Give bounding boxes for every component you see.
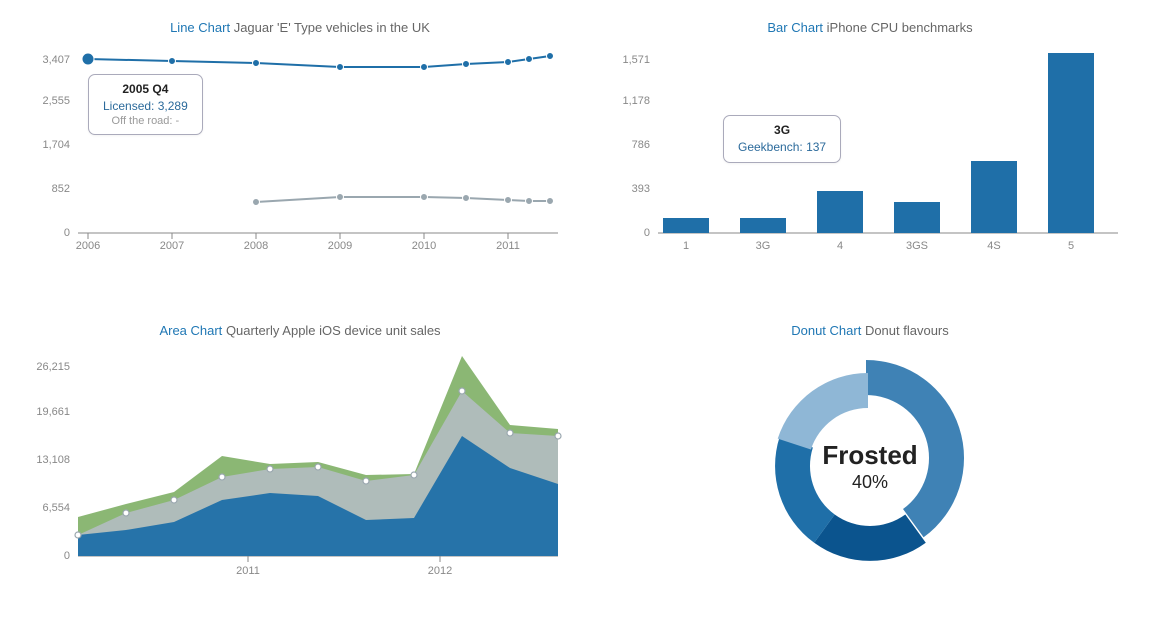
tooltip-title: 3G <box>738 123 826 137</box>
svg-text:0: 0 <box>64 550 70 562</box>
area-chart-title-text: Quarterly Apple iOS device unit sales <box>226 323 441 338</box>
donut-chart-svg[interactable]: Frosted 40% <box>610 346 1130 586</box>
svg-text:5: 5 <box>1068 240 1074 252</box>
tooltip-title: 2005 Q4 <box>103 82 188 96</box>
donut-center-label: Frosted <box>822 440 917 470</box>
svg-text:4S: 4S <box>987 240 1000 252</box>
bar-chart-tooltip: 3G Geekbench: 137 <box>723 115 841 163</box>
svg-text:3G: 3G <box>756 240 771 252</box>
svg-text:393: 393 <box>632 183 650 195</box>
line-point[interactable] <box>253 60 260 67</box>
svg-text:3,407: 3,407 <box>42 54 70 66</box>
donut-chart-title-text: Donut flavours <box>865 323 949 338</box>
svg-text:4: 4 <box>837 240 843 252</box>
bar-chart-title-text: iPhone CPU benchmarks <box>827 20 973 35</box>
line-point[interactable] <box>253 199 260 206</box>
tooltip-line: Geekbench: 137 <box>738 139 826 155</box>
donut-chart-panel: Donut Chart Donut flavours Frosted 40% <box>610 323 1130 596</box>
line-chart-title-link[interactable]: Line Chart <box>170 20 230 35</box>
svg-text:2010: 2010 <box>412 240 436 252</box>
line-point[interactable] <box>421 194 428 201</box>
bar-chart-panel: Bar Chart iPhone CPU benchmarks 0 393 78… <box>610 20 1130 273</box>
svg-text:1,178: 1,178 <box>622 95 650 107</box>
svg-text:2012: 2012 <box>428 565 452 577</box>
line-point[interactable] <box>547 198 554 205</box>
bar-chart-title: Bar Chart iPhone CPU benchmarks <box>610 20 1130 35</box>
tooltip-sub: Off the road: - <box>103 115 188 127</box>
line-point[interactable] <box>463 195 470 202</box>
bar[interactable] <box>971 161 1017 233</box>
donut-slice-2[interactable] <box>814 515 926 561</box>
line-series-licensed[interactable] <box>88 56 550 67</box>
svg-text:0: 0 <box>644 227 650 239</box>
svg-text:0: 0 <box>64 227 70 239</box>
line-point[interactable] <box>505 59 512 66</box>
svg-text:1,571: 1,571 <box>622 54 650 66</box>
line-point[interactable] <box>526 198 533 205</box>
svg-text:3GS: 3GS <box>906 240 928 252</box>
line-point[interactable] <box>463 61 470 68</box>
donut-center-pct: 40% <box>852 472 888 492</box>
line-chart-title: Line Chart Jaguar 'E' Type vehicles in t… <box>30 20 570 35</box>
bar-chart-svg[interactable]: 0 393 786 1,178 1,571 1 3G 4 3GS 4S 5 <box>610 43 1130 273</box>
line-chart-tooltip: 2005 Q4 Licensed: 3,289 Off the road: - <box>88 74 203 135</box>
area-chart-title: Area Chart Quarterly Apple iOS device un… <box>30 323 570 338</box>
line-point[interactable] <box>337 64 344 71</box>
area-series-1[interactable] <box>78 436 558 556</box>
svg-text:1: 1 <box>683 240 689 252</box>
svg-text:2011: 2011 <box>236 565 260 577</box>
line-point[interactable] <box>505 197 512 204</box>
donut-slice-4[interactable] <box>778 373 868 450</box>
svg-text:2007: 2007 <box>160 240 184 252</box>
bar[interactable] <box>894 202 940 233</box>
area-chart-svg[interactable]: 0 6,554 13,108 19,661 26,215 2011 2012 <box>30 346 570 596</box>
donut-chart-title-link[interactable]: Donut Chart <box>791 323 861 338</box>
line-point[interactable] <box>526 56 533 63</box>
line-chart-panel: Line Chart Jaguar 'E' Type vehicles in t… <box>30 20 570 273</box>
svg-text:852: 852 <box>52 183 70 195</box>
tooltip-line: Licensed: 3,289 <box>103 98 188 114</box>
bar[interactable] <box>817 191 863 233</box>
line-point[interactable] <box>421 64 428 71</box>
svg-text:2006: 2006 <box>76 240 100 252</box>
area-chart-panel: Area Chart Quarterly Apple iOS device un… <box>30 323 570 596</box>
line-point-highlight[interactable] <box>82 53 94 65</box>
line-point[interactable] <box>337 194 344 201</box>
donut-chart-title: Donut Chart Donut flavours <box>610 323 1130 338</box>
svg-text:13,108: 13,108 <box>36 454 70 466</box>
svg-text:2009: 2009 <box>328 240 352 252</box>
bar[interactable] <box>740 218 786 233</box>
svg-text:6,554: 6,554 <box>42 502 70 514</box>
area-chart-title-link[interactable]: Area Chart <box>159 323 222 338</box>
svg-text:2008: 2008 <box>244 240 268 252</box>
svg-text:26,215: 26,215 <box>36 361 70 373</box>
svg-text:786: 786 <box>632 139 650 151</box>
line-point[interactable] <box>547 53 554 60</box>
line-point[interactable] <box>169 58 176 65</box>
svg-text:1,704: 1,704 <box>42 139 70 151</box>
bar[interactable] <box>663 218 709 233</box>
svg-text:2011: 2011 <box>496 240 520 252</box>
bar[interactable] <box>1048 53 1094 233</box>
line-chart-title-text: Jaguar 'E' Type vehicles in the UK <box>234 20 430 35</box>
svg-text:2,555: 2,555 <box>42 95 70 107</box>
svg-text:19,661: 19,661 <box>36 406 70 418</box>
bar-chart-title-link[interactable]: Bar Chart <box>767 20 823 35</box>
